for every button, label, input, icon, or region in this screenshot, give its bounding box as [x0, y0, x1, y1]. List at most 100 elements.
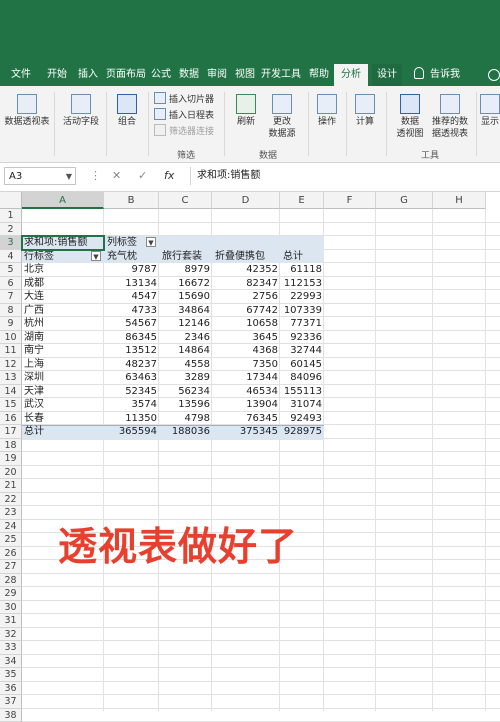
row-header-1[interactable]: 1: [0, 209, 22, 223]
pivot-value-cell[interactable]: 56234: [160, 385, 210, 398]
tab-review[interactable]: 审阅: [204, 64, 230, 86]
pivot-value-cell[interactable]: 4547: [105, 290, 157, 303]
row-header-35[interactable]: 35: [0, 668, 22, 682]
column-header-g[interactable]: G: [376, 192, 433, 209]
row-header-10[interactable]: 10: [0, 331, 22, 345]
row-header-21[interactable]: 21: [0, 479, 22, 493]
row-header-36[interactable]: 36: [0, 682, 22, 696]
pivot-value-cell[interactable]: 82347: [213, 277, 278, 290]
pivot-value-cell[interactable]: 34864: [160, 304, 210, 317]
pivot-value-cell[interactable]: 3289: [160, 371, 210, 384]
pivotchart-button[interactable]: 数据 透视图: [390, 94, 430, 140]
column-header-b[interactable]: B: [104, 192, 159, 209]
pivot-value-cell[interactable]: 3574: [105, 398, 157, 411]
column-header-d[interactable]: D: [212, 192, 280, 209]
formula-input[interactable]: 求和项:销售额: [190, 167, 498, 185]
pivot-total-cell[interactable]: 188036: [160, 425, 210, 438]
insert-slicer-button[interactable]: 插入切片器: [154, 92, 214, 106]
active-field-button[interactable]: 活动字段: [60, 94, 102, 128]
pivot-row-city[interactable]: 天津: [24, 385, 84, 398]
spreadsheet-grid[interactable]: ABCDEFGH12345678910111213141516171819202…: [0, 192, 500, 711]
pivot-value-cell[interactable]: 2346: [160, 331, 210, 344]
name-box[interactable]: A3▼: [4, 167, 76, 185]
pivot-row-city[interactable]: 湖南: [24, 331, 84, 344]
tab-home[interactable]: 开始: [42, 64, 72, 86]
row-header-3[interactable]: 3: [0, 236, 22, 250]
row-header-13[interactable]: 13: [0, 371, 22, 385]
row-header-7[interactable]: 7: [0, 290, 22, 304]
tab-formulas[interactable]: 公式: [149, 64, 173, 86]
pivot-value-cell[interactable]: 48237: [105, 358, 157, 371]
pivot-value-cell[interactable]: 155113: [281, 385, 322, 398]
pivot-row-city[interactable]: 北京: [24, 263, 84, 276]
pivot-row-city[interactable]: 杭州: [24, 317, 84, 330]
row-header-11[interactable]: 11: [0, 344, 22, 358]
row-header-23[interactable]: 23: [0, 506, 22, 520]
row-header-17[interactable]: 17: [0, 425, 22, 439]
pivot-value-cell[interactable]: 9787: [105, 263, 157, 276]
pivot-value-cell[interactable]: 86345: [105, 331, 157, 344]
row-header-26[interactable]: 26: [0, 547, 22, 561]
row-header-34[interactable]: 34: [0, 655, 22, 669]
pivot-row-city[interactable]: 广西: [24, 304, 84, 317]
row-header-37[interactable]: 37: [0, 695, 22, 709]
pivot-value-cell[interactable]: 17344: [213, 371, 278, 384]
row-header-24[interactable]: 24: [0, 520, 22, 534]
row-filter-button[interactable]: ▼: [91, 251, 101, 261]
pivot-row-city[interactable]: 武汉: [24, 398, 84, 411]
tab-developer[interactable]: 开发工具: [259, 64, 303, 86]
row-header-12[interactable]: 12: [0, 358, 22, 372]
row-header-33[interactable]: 33: [0, 641, 22, 655]
pivot-value-cell[interactable]: 4558: [160, 358, 210, 371]
row-header-6[interactable]: 6: [0, 277, 22, 291]
pivot-value-cell[interactable]: 10658: [213, 317, 278, 330]
pivot-value-cell[interactable]: 3645: [213, 331, 278, 344]
pivot-value-cell[interactable]: 22993: [281, 290, 322, 303]
pivot-value-cell[interactable]: 14864: [160, 344, 210, 357]
tab-help[interactable]: 帮助: [305, 64, 333, 86]
column-header-c[interactable]: C: [159, 192, 212, 209]
column-filter-button[interactable]: ▼: [146, 237, 156, 247]
actions-button[interactable]: 操作: [312, 94, 342, 128]
pivot-value-cell[interactable]: 84096: [281, 371, 322, 384]
refresh-button[interactable]: 刷新: [230, 94, 262, 128]
pivot-total-cell[interactable]: 365594: [105, 425, 157, 438]
cancel-icon[interactable]: ✕: [112, 167, 121, 185]
pivot-total-cell[interactable]: 928975: [281, 425, 322, 438]
pivot-value-cell[interactable]: 31074: [281, 398, 322, 411]
column-header-a[interactable]: A: [22, 192, 104, 209]
account-icon[interactable]: [488, 69, 500, 81]
enter-icon[interactable]: ✓: [138, 167, 147, 185]
row-header-15[interactable]: 15: [0, 398, 22, 412]
pivot-value-cell[interactable]: 15690: [160, 290, 210, 303]
pivot-value-cell[interactable]: 77371: [281, 317, 322, 330]
pivot-column-header[interactable]: 折叠便携包: [215, 250, 280, 263]
tab-design[interactable]: 设计: [372, 64, 402, 86]
pivot-value-cell[interactable]: 46534: [213, 385, 278, 398]
pivottable-button[interactable]: 数据透视表: [4, 94, 50, 128]
pivot-row-city[interactable]: 成都: [24, 277, 84, 290]
pivot-value-cell[interactable]: 13904: [213, 398, 278, 411]
tab-file[interactable]: 文件: [4, 64, 38, 86]
row-header-29[interactable]: 29: [0, 587, 22, 601]
pivot-row-label[interactable]: 行标签: [24, 250, 84, 263]
row-header-9[interactable]: 9: [0, 317, 22, 331]
pivot-value-cell[interactable]: 7350: [213, 358, 278, 371]
pivot-total-label[interactable]: 总计: [24, 425, 84, 438]
select-all-corner[interactable]: [0, 192, 22, 209]
pivot-value-cell[interactable]: 92493: [281, 412, 322, 425]
show-button[interactable]: 显示: [480, 94, 500, 128]
row-header-31[interactable]: 31: [0, 614, 22, 628]
row-header-5[interactable]: 5: [0, 263, 22, 277]
pivot-value-cell[interactable]: 12146: [160, 317, 210, 330]
pivot-value-cell[interactable]: 11350: [105, 412, 157, 425]
pivot-value-cell[interactable]: 8979: [160, 263, 210, 276]
row-header-8[interactable]: 8: [0, 304, 22, 318]
pivot-value-cell[interactable]: 42352: [213, 263, 278, 276]
column-header-f[interactable]: F: [324, 192, 376, 209]
tell-me[interactable]: 告诉我: [414, 64, 460, 86]
pivot-value-cell[interactable]: 13134: [105, 277, 157, 290]
row-header-14[interactable]: 14: [0, 385, 22, 399]
filter-connections-button[interactable]: 筛选器连接: [154, 124, 214, 138]
pivot-value-cell[interactable]: 54567: [105, 317, 157, 330]
